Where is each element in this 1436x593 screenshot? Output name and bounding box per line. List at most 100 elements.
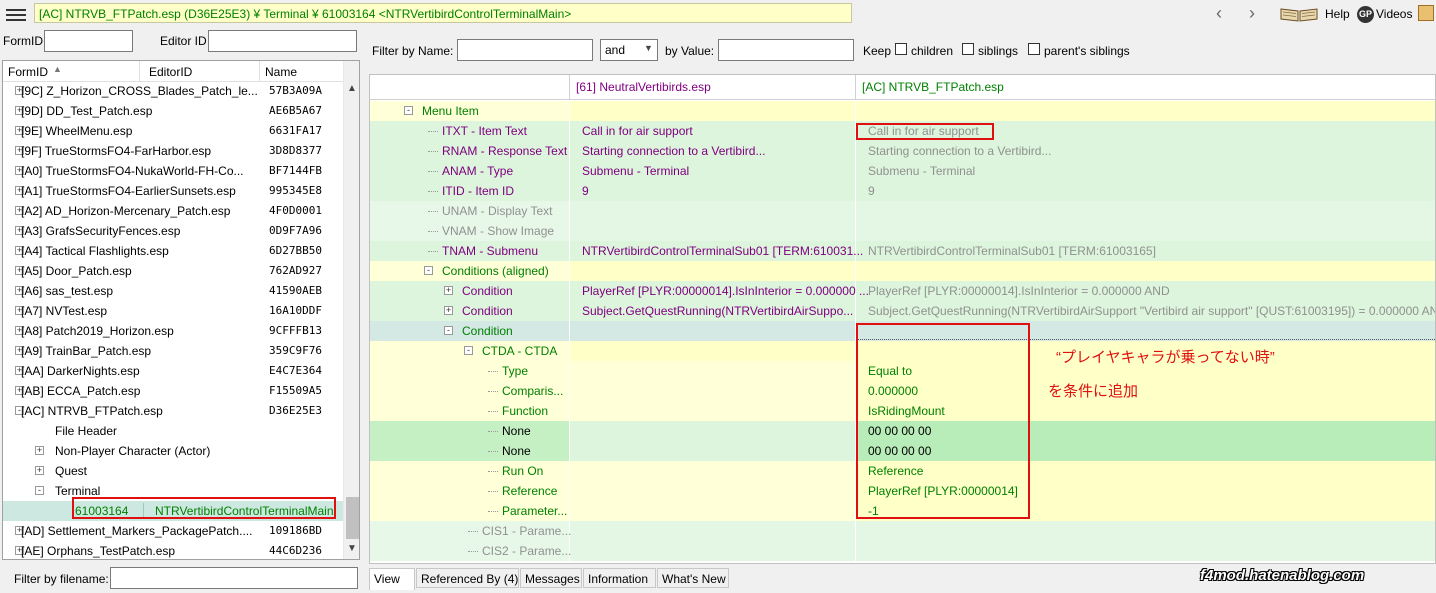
tab-messages[interactable]: Messages [520, 568, 582, 588]
column-header-plugin-61[interactable]: [61] NeutralVertibirds.esp [576, 80, 711, 94]
tree-row[interactable]: + [A2] AD_Horizon-Mercenary_Patch.esp 4F0D… [3, 201, 343, 221]
tree-row[interactable]: + [A3] GrafsSecurityFences.esp 0D9F7A96 [3, 221, 343, 241]
keep-parents-siblings-checkbox[interactable] [1028, 43, 1040, 55]
keep-siblings-checkbox[interactable] [962, 43, 974, 55]
tree-row[interactable]: + [9D] DD_Test_Patch.esp AE6B5A67 [3, 101, 343, 121]
collapse-icon[interactable]: - [444, 326, 453, 335]
chevron-right-icon[interactable]: › [1242, 4, 1262, 24]
grid-row[interactable]: VNAM - Show Image [370, 221, 1435, 241]
chevron-left-icon[interactable]: ‹ [1209, 4, 1229, 24]
tree-row[interactable]: File Header [3, 421, 343, 441]
formid-filter-label: FormID [3, 34, 43, 48]
column-header-formid[interactable]: FormID [8, 65, 48, 79]
tree-row[interactable]: + [A7] NVTest.esp 16A10DDF [3, 301, 343, 321]
grid-row[interactable]: CIS2 - Parame... [370, 541, 1435, 561]
filter-filename-label: Filter by filename: [14, 572, 109, 586]
tree-row[interactable]: + [A4] Tactical Flashlights.esp 6D27BB50 [3, 241, 343, 261]
tree-row[interactable]: + [A1] TrueStormsFO4-EarlierSunsets.esp 99… [3, 181, 343, 201]
grid-row[interactable]: - Menu Item [370, 101, 1435, 121]
grid-cell-plugin-ac[interactable]: Subject.GetQuestRunning(NTRVertibirdAirS… [868, 301, 1435, 321]
tree-row-label: [A6] sas_test.esp [21, 284, 114, 298]
collapse-icon[interactable]: - [464, 346, 473, 355]
tree-row[interactable]: + [AD] Settlement_Markers_PackagePatch...… [3, 521, 343, 541]
navigation-tree[interactable]: FormID ▲ EditorID Name + [9C] Z_Horizon_C… [2, 60, 360, 560]
filter-by-value-label: by Value: [665, 44, 715, 58]
tree-row[interactable]: + [AE] Orphans_TestPatch.esp 44C6D236 [3, 541, 343, 559]
grid-cell-plugin-ac[interactable]: NTRVertibirdControlTerminalSub01 [TERM:6… [868, 241, 1156, 261]
grid-cell-plugin-61[interactable]: Starting connection to a Vertibird... [582, 141, 765, 161]
tree-row[interactable]: + [A0] TrueStormsFO4-NukaWorld-FH-Co... BF… [3, 161, 343, 181]
editorid-filter-input[interactable] [208, 30, 357, 52]
annotation-box-selected-record [72, 497, 336, 519]
grid-row[interactable]: - Conditions (aligned) [370, 261, 1435, 281]
formid-filter-input[interactable] [44, 30, 133, 52]
chevron-down-icon: ▼ [644, 43, 653, 53]
column-header-plugin-ac[interactable]: [AC] NTRVB_FTPatch.esp [862, 80, 1004, 94]
tree-scroll-thumb[interactable] [346, 497, 359, 539]
column-header-editorid[interactable]: EditorID [149, 65, 192, 79]
tree-row[interactable]: + [9C] Z_Horizon_CROSS_Blades_Patch_le...… [3, 81, 343, 101]
panel-splitter[interactable] [362, 28, 367, 593]
tree-row[interactable]: + Non-Player Character (Actor) [3, 441, 343, 461]
grid-row[interactable]: RNAM - Response Text Starting connection … [370, 141, 1435, 161]
tree-row[interactable]: + [9F] TrueStormsFO4-FarHarbor.esp 3D8D837… [3, 141, 343, 161]
tree-row[interactable]: + [9E] WheelMenu.esp 6631FA17 [3, 121, 343, 141]
grid-cell-plugin-61[interactable]: Submenu - Terminal [582, 161, 689, 181]
grid-cell-plugin-ac[interactable]: PlayerRef [PLYR:00000014].IsInInterior =… [868, 281, 1170, 301]
grid-cell-plugin-ac[interactable]: Submenu - Terminal [868, 161, 975, 181]
tree-row[interactable]: - [AC] NTRVB_FTPatch.esp D36E25E3 [3, 401, 343, 421]
filter-operator-select[interactable]: and ▼ [600, 39, 658, 61]
grid-cell-plugin-ac[interactable]: 9 [868, 181, 875, 201]
tree-row[interactable]: + [A9] TrainBar_Patch.esp 359C9F76 [3, 341, 343, 361]
help-link[interactable]: Help [1325, 4, 1350, 24]
tree-row[interactable]: + [AB] ECCA_Patch.esp F15509A5 [3, 381, 343, 401]
tree-row[interactable]: + [A5] Door_Patch.esp 762AD927 [3, 261, 343, 281]
expand-icon[interactable]: + [444, 306, 453, 315]
column-header-name[interactable]: Name [265, 65, 297, 79]
expand-icon[interactable]: + [35, 446, 44, 455]
collapse-icon[interactable]: - [404, 106, 413, 115]
filter-filename-input[interactable] [110, 567, 358, 589]
filter-value-input[interactable] [718, 39, 854, 61]
tab-information[interactable]: Information [583, 568, 656, 588]
hamburger-menu-icon[interactable] [6, 6, 26, 22]
tree-row-formid: AE6B5A67 [269, 104, 322, 117]
book-icon[interactable] [1279, 6, 1319, 22]
keep-children-checkbox[interactable] [895, 43, 907, 55]
videos-link[interactable]: Videos [1376, 4, 1412, 24]
collapse-icon[interactable]: - [35, 486, 44, 495]
expand-icon[interactable]: + [444, 286, 453, 295]
tree-row[interactable]: + [AA] DarkerNights.esp E4C7E364 [3, 361, 343, 381]
grid-cell-plugin-61[interactable]: PlayerRef [PLYR:00000014].IsInInterior =… [582, 281, 869, 301]
grid-row[interactable]: CIS1 - Parame... [370, 521, 1435, 541]
grid-cell-plugin-61[interactable]: Call in for air support [582, 121, 693, 141]
scroll-up-icon[interactable]: ▲ [347, 83, 357, 94]
editorid-filter-label: Editor ID [160, 34, 207, 48]
grid-row[interactable]: + Condition PlayerRef [PLYR:00000014].IsIn… [370, 281, 1435, 301]
grid-row[interactable]: UNAM - Display Text [370, 201, 1435, 221]
tree-row[interactable]: + Quest [3, 461, 343, 481]
gp-badge-icon[interactable]: GP [1357, 6, 1374, 23]
record-path-field[interactable]: [AC] NTRVB_FTPatch.esp (D36E25E3) ¥ Term… [34, 3, 852, 23]
grid-cell-plugin-61[interactable]: NTRVertibirdControlTerminalSub01 [TERM:6… [582, 241, 863, 261]
tab-view[interactable]: View [369, 568, 415, 590]
tree-row[interactable]: + [A6] sas_test.esp 41590AEB [3, 281, 343, 301]
xedit-logo-icon[interactable] [1418, 5, 1434, 21]
tree-row-label: Non-Player Character (Actor) [55, 444, 211, 458]
collapse-icon[interactable]: - [424, 266, 433, 275]
grid-row[interactable]: TNAM - Submenu NTRVertibirdControlTermina… [370, 241, 1435, 261]
grid-cell-plugin-61[interactable]: 9 [582, 181, 589, 201]
tree-row-formid: 359C9F76 [269, 344, 322, 357]
tab-whats-new[interactable]: What's New [657, 568, 729, 588]
tree-scrollbar[interactable]: ▲ ▼ [343, 61, 359, 559]
grid-row[interactable]: + Condition Subject.GetQuestRunning(NTRVer… [370, 301, 1435, 321]
grid-row[interactable]: ANAM - Type Submenu - Terminal Submenu - T… [370, 161, 1435, 181]
expand-icon[interactable]: + [35, 466, 44, 475]
tree-row[interactable]: + [A8] Patch2019_Horizon.esp 9CFFFB13 [3, 321, 343, 341]
grid-cell-plugin-ac[interactable]: Starting connection to a Vertibird... [868, 141, 1051, 161]
filter-name-input[interactable] [457, 39, 593, 61]
grid-row[interactable]: ITID - Item ID 9 9 [370, 181, 1435, 201]
scroll-down-icon[interactable]: ▼ [347, 543, 357, 554]
grid-cell-plugin-61[interactable]: Subject.GetQuestRunning(NTRVertibirdAirS… [582, 301, 853, 321]
tab-referenced-by[interactable]: Referenced By (4) [416, 568, 519, 588]
